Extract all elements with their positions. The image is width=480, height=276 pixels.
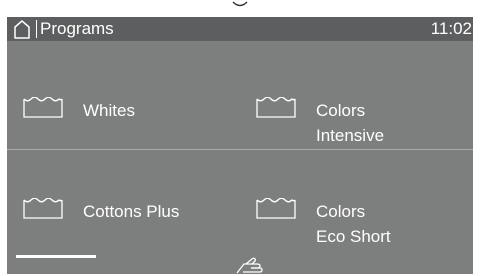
program-label: Cottons Plus bbox=[83, 202, 180, 221]
title-bar: Programs 11:02 bbox=[7, 17, 473, 41]
program-grid: Whites Colors Intensive Cottons Plus Col… bbox=[7, 41, 473, 258]
program-colors-intensive[interactable]: Colors Intensive bbox=[240, 41, 473, 149]
tub-icon bbox=[256, 97, 296, 118]
home-icon[interactable] bbox=[13, 19, 31, 39]
display-screen: Programs 11:02 Whites Colors Intensive C… bbox=[7, 17, 473, 274]
tub-icon bbox=[256, 198, 296, 219]
title-separator bbox=[36, 20, 37, 38]
tub-icon bbox=[23, 198, 63, 219]
swipe-hand-icon bbox=[236, 257, 263, 274]
program-colors-eco-short[interactable]: Colors Eco Short bbox=[240, 150, 473, 258]
program-label: Colors Intensive bbox=[316, 101, 385, 145]
program-label: Colors Eco Short bbox=[316, 202, 391, 246]
program-whites[interactable]: Whites bbox=[7, 41, 240, 149]
program-label: Whites bbox=[83, 101, 135, 120]
clock: 11:02 bbox=[430, 19, 472, 38]
top-edge-icon bbox=[232, 1, 248, 7]
page-indicator bbox=[16, 255, 96, 258]
program-cottons-plus[interactable]: Cottons Plus bbox=[7, 150, 240, 258]
program-row: Whites Colors Intensive bbox=[7, 41, 473, 149]
program-row: Cottons Plus Colors Eco Short bbox=[7, 149, 473, 258]
tub-icon bbox=[23, 97, 63, 118]
page-title: Programs bbox=[40, 19, 114, 38]
